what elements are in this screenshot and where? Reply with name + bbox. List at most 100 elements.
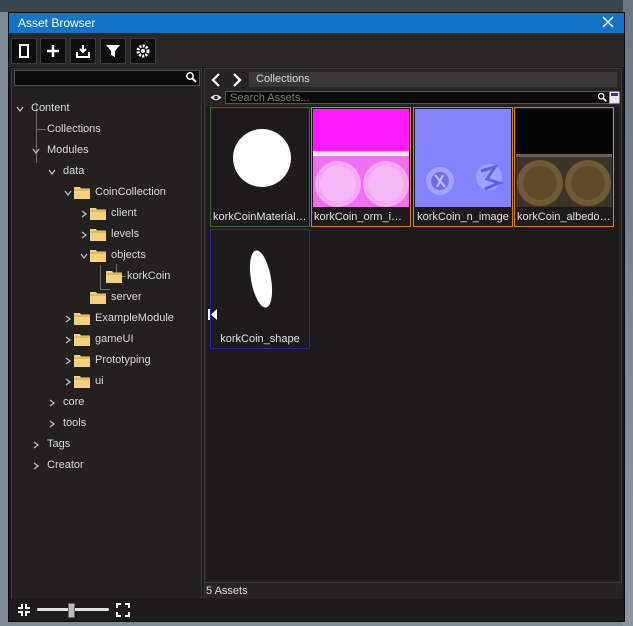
chevron-right-icon[interactable] [63, 335, 73, 345]
tree-item-tools[interactable]: tools [63, 414, 86, 432]
folder-icon [74, 376, 90, 388]
tree-search-input[interactable] [14, 70, 200, 86]
viewport-background-top [0, 0, 633, 12]
folder-icon [74, 355, 90, 367]
asset-label: korkCoin_albedo_... [517, 211, 613, 223]
tree-item-prototyping[interactable]: Prototyping [95, 351, 151, 369]
chevron-right-icon[interactable] [47, 398, 57, 408]
back-arrow-icon[interactable] [209, 72, 223, 88]
asset-grid: korkCoinMaterial_... korkCoin_orm_im... [206, 106, 619, 581]
asset-thumbnail [212, 231, 308, 329]
collapse-icon[interactable] [17, 603, 31, 617]
forward-arrow-icon[interactable] [230, 72, 244, 88]
plus-icon [47, 45, 59, 57]
chevron-right-icon[interactable] [31, 440, 41, 450]
splitter-handle-icon[interactable] [207, 308, 218, 321]
tree-item-levels[interactable]: levels [111, 225, 139, 243]
asset-tile-orm-image[interactable]: korkCoin_orm_im... [311, 107, 411, 227]
title-bar[interactable]: Asset Browser [9, 13, 624, 33]
filter-icon [106, 45, 120, 57]
chevron-down-icon[interactable] [47, 167, 57, 177]
tree-item-korkcoin[interactable]: korkCoin [127, 267, 170, 285]
asset-thumbnail [212, 109, 308, 207]
albedo-texture-preview [516, 109, 612, 207]
tree-item-core[interactable]: core [63, 393, 84, 411]
asset-thumbnail [516, 109, 612, 207]
asset-browser-window: Asset Browser Content Collections Module… [8, 12, 625, 622]
eye-icon[interactable] [210, 93, 222, 102]
gear-icon [136, 44, 150, 58]
chevron-right-icon[interactable] [63, 377, 73, 387]
search-icon[interactable] [597, 92, 608, 103]
chevron-right-icon[interactable] [63, 356, 73, 366]
tree-item-server[interactable]: server [111, 288, 142, 306]
close-icon[interactable] [600, 14, 616, 30]
settings-button[interactable] [130, 38, 156, 64]
breadcrumb[interactable]: Collections [249, 72, 617, 87]
folder-icon [74, 187, 90, 199]
bottom-bar [9, 599, 624, 621]
shape-preview-icon [249, 250, 273, 308]
folder-icon [74, 334, 90, 346]
tree-item-coincollection[interactable]: CoinCollection [95, 183, 166, 201]
tree-item-ui[interactable]: ui [95, 372, 104, 390]
tree-item-data[interactable]: data [63, 162, 84, 180]
chevron-down-icon[interactable] [15, 104, 25, 114]
import-button[interactable] [70, 38, 96, 64]
asset-label: korkCoinMaterial_... [213, 211, 309, 223]
tree-item-collections[interactable]: Collections [47, 120, 101, 138]
chevron-down-icon[interactable] [63, 188, 73, 198]
folder-icon [74, 313, 90, 325]
expand-icon[interactable] [116, 603, 130, 617]
search-icon[interactable] [185, 71, 198, 84]
folder-icon [90, 292, 106, 304]
normal-map-preview [415, 109, 511, 207]
tree-item-client[interactable]: client [111, 204, 137, 222]
panel-toggle-button[interactable] [11, 38, 37, 64]
filter-button[interactable] [100, 38, 126, 64]
toolbar [9, 33, 624, 67]
tree-item-examplemodule[interactable]: ExampleModule [95, 309, 174, 327]
tree-connector [36, 129, 46, 130]
tree-item-creator[interactable]: Creator [47, 456, 84, 474]
save-filter-icon[interactable] [609, 91, 620, 104]
asset-search-row: Search Assets... [205, 90, 621, 105]
import-icon [76, 45, 90, 58]
tree-item-tags[interactable]: Tags [47, 435, 70, 453]
asset-tile-material[interactable]: korkCoinMaterial_... [210, 107, 310, 227]
asset-label: korkCoin_orm_im... [314, 211, 410, 223]
navigation-bar: Collections [205, 69, 621, 89]
zoom-slider-thumb[interactable] [68, 603, 75, 618]
chevron-down-icon[interactable] [31, 146, 41, 156]
folder-icon [90, 208, 106, 220]
asset-grid-panel: Collections Search Assets... korkCoinMat… [204, 68, 622, 600]
tree-item-objects[interactable]: objects [111, 246, 146, 264]
asset-label: korkCoin_shape [220, 333, 300, 345]
chevron-right-icon[interactable] [63, 314, 73, 324]
folder-icon [106, 271, 122, 283]
chevron-right-icon[interactable] [79, 209, 89, 219]
folder-icon [90, 229, 106, 241]
material-preview-icon [233, 129, 291, 187]
tree-connector [100, 265, 101, 289]
window-title: Asset Browser [18, 16, 96, 30]
chevron-down-icon[interactable] [79, 251, 89, 261]
create-asset-button[interactable] [40, 38, 66, 64]
chevron-right-icon[interactable] [79, 230, 89, 240]
tree-item-content[interactable]: Content [31, 99, 70, 117]
folder-icon [90, 250, 106, 262]
module-tree-panel: Content Collections Modules data CoinCol… [11, 68, 202, 600]
asset-tile-normal-image[interactable]: korkCoin_n_image [413, 107, 513, 227]
tree-item-gameui[interactable]: gameUI [95, 330, 134, 348]
asset-search-input[interactable]: Search Assets... [225, 91, 610, 104]
chevron-right-icon[interactable] [47, 419, 57, 429]
orm-texture-preview [313, 109, 409, 207]
chevron-right-icon[interactable] [31, 461, 41, 471]
asset-thumbnail [415, 109, 511, 207]
status-bar: 5 Assets [205, 582, 622, 599]
asset-tile-shape[interactable]: korkCoin_shape [210, 229, 310, 349]
asset-tile-albedo-image[interactable]: korkCoin_albedo_... [514, 107, 614, 227]
tree-connector [100, 289, 110, 290]
asset-label: korkCoin_n_image [417, 211, 509, 223]
tree-item-modules[interactable]: Modules [47, 141, 89, 159]
